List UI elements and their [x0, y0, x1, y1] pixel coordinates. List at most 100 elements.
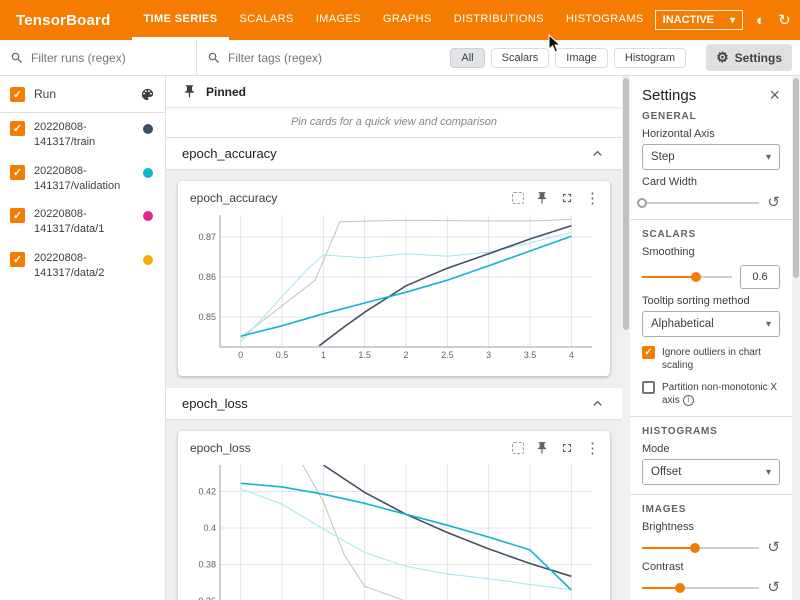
fullscreen-icon[interactable] [560, 191, 574, 205]
reload-status-select[interactable]: INACTIVE ▾ [655, 10, 743, 30]
slider-thumb[interactable] [691, 272, 701, 282]
horizontal-axis-value: Step [651, 151, 675, 163]
settings-scrollbar[interactable] [792, 76, 800, 600]
svg-text:4: 4 [569, 350, 574, 360]
histogram-mode-label: Mode [642, 443, 780, 455]
brightness-control: ↺ [642, 540, 780, 555]
partition-x-axis-checkbox[interactable] [642, 381, 655, 394]
smoothing-slider[interactable] [642, 271, 732, 283]
run-color-dot[interactable] [143, 211, 153, 221]
chevron-up-icon[interactable] [589, 395, 606, 412]
theme-toggle-icon[interactable]: ◐ [756, 13, 765, 28]
chip-histogram[interactable]: Histogram [614, 48, 686, 68]
info-icon[interactable]: i [683, 395, 694, 406]
reset-icon[interactable]: ↺ [767, 580, 780, 595]
epoch-accuracy-chart[interactable]: 00.511.522.533.540.850.860.87 [186, 209, 602, 368]
run-checkbox[interactable]: ✓ [10, 252, 25, 267]
images-heading: IMAGES [642, 504, 780, 515]
histogram-mode-select[interactable]: Offset ▾ [642, 459, 780, 485]
tensorboard-app: TensorBoard TIME SERIES SCALARS IMAGES G… [0, 0, 800, 600]
palette-icon[interactable] [140, 87, 155, 102]
brightness-slider[interactable] [642, 542, 759, 554]
chip-all[interactable]: All [450, 48, 484, 68]
card-width-control: ↺ [642, 195, 780, 210]
run-color-dot[interactable] [143, 168, 153, 178]
tooltip-sorting-select[interactable]: Alphabetical ▾ [642, 311, 780, 337]
run-checkbox[interactable]: ✓ [10, 165, 25, 180]
cards-main-area: Pinned Pin cards for a quick view and co… [166, 76, 622, 600]
section-title: epoch_accuracy [182, 146, 277, 161]
runs-header-row: ✓ Run [0, 76, 165, 113]
fullscreen-icon[interactable] [560, 441, 574, 455]
settings-scrollbar-thumb[interactable] [793, 78, 799, 278]
run-color-dot[interactable] [143, 255, 153, 265]
tab-time-series[interactable]: TIME SERIES [132, 0, 228, 40]
section-epoch-loss[interactable]: epoch_loss [166, 388, 622, 419]
smoothing-label: Smoothing [642, 246, 780, 258]
section-epoch-accuracy[interactable]: epoch_accuracy [166, 138, 622, 169]
run-checkbox[interactable]: ✓ [10, 121, 25, 136]
card-header: epoch_loss ⋮ [186, 435, 602, 459]
svg-text:0.4: 0.4 [203, 523, 216, 533]
card-width-slider[interactable] [642, 197, 759, 209]
data-selection-icon[interactable] [512, 192, 524, 204]
data-selection-icon[interactable] [512, 442, 524, 454]
section-title: epoch_loss [182, 396, 248, 411]
main-scrollbar[interactable] [622, 76, 630, 600]
filter-toolbar: All Scalars Image Histogram ⚙ Settings [0, 40, 800, 76]
main-scrollbar-thumb[interactable] [623, 78, 629, 330]
tab-histograms[interactable]: HISTOGRAMS [555, 0, 655, 40]
svg-text:0: 0 [238, 350, 243, 360]
tab-scalars[interactable]: SCALARS [229, 0, 305, 40]
scalars-heading: SCALARS [642, 229, 780, 240]
chip-scalars[interactable]: Scalars [491, 48, 550, 68]
settings-button[interactable]: ⚙ Settings [706, 44, 792, 71]
tab-distributions[interactable]: DISTRIBUTIONS [443, 0, 555, 40]
app-header: TensorBoard TIME SERIES SCALARS IMAGES G… [0, 0, 800, 40]
filter-runs-input[interactable] [31, 51, 186, 65]
svg-text:1.5: 1.5 [358, 350, 371, 360]
select-all-runs-checkbox[interactable]: ✓ [10, 87, 25, 102]
partition-x-axis-label: Partition non-monotonic X axisi [662, 380, 780, 407]
smoothing-value-input[interactable] [740, 265, 780, 289]
slider-thumb[interactable] [675, 583, 685, 593]
close-icon[interactable]: × [769, 86, 780, 104]
svg-text:0.87: 0.87 [198, 232, 216, 242]
epoch-loss-card: epoch_loss ⋮ 00.511.522.533.540.360.380.… [178, 431, 610, 600]
histogram-mode-value: Offset [651, 466, 681, 478]
slider-thumb[interactable] [690, 543, 700, 553]
horizontal-axis-select[interactable]: Step ▾ [642, 144, 780, 170]
pin-icon[interactable] [535, 441, 549, 455]
ignore-outliers-checkbox[interactable]: ✓ [642, 346, 655, 359]
svg-text:0.36: 0.36 [198, 596, 216, 600]
partition-x-axis-row: Partition non-monotonic X axisi [642, 380, 780, 407]
run-checkbox[interactable]: ✓ [10, 208, 25, 223]
slider-thumb[interactable] [637, 198, 647, 208]
ignore-outliers-label: Ignore outliers in chart scaling [662, 345, 780, 372]
contrast-label: Contrast [642, 561, 780, 573]
epoch-loss-chart[interactable]: 00.511.522.533.540.360.380.40.42 [186, 459, 602, 600]
tab-graphs[interactable]: GRAPHS [372, 0, 443, 40]
reset-icon[interactable]: ↺ [767, 195, 780, 210]
chevron-up-icon[interactable] [589, 145, 606, 162]
filter-tags-container: All Scalars Image Histogram [197, 40, 696, 75]
contrast-slider[interactable] [642, 582, 759, 594]
pinned-hint-text: Pin cards for a quick view and compariso… [166, 107, 622, 138]
chevron-down-icon: ▾ [766, 467, 771, 478]
tooltip-sorting-label: Tooltip sorting method [642, 295, 780, 307]
filter-tags-input[interactable] [228, 51, 443, 65]
tab-images[interactable]: IMAGES [305, 0, 372, 40]
run-color-dot[interactable] [143, 124, 153, 134]
run-row-validation: ✓ 20220808-141317/validation [0, 157, 165, 201]
more-options-icon[interactable]: ⋮ [585, 439, 600, 457]
svg-text:3: 3 [486, 350, 491, 360]
refresh-icon[interactable]: ↻ [778, 13, 791, 28]
header-actions: INACTIVE ▾ ◐ ↻ ⚙ ? [655, 10, 800, 30]
more-options-icon[interactable]: ⋮ [585, 189, 600, 207]
reset-icon[interactable]: ↺ [767, 540, 780, 555]
chip-image[interactable]: Image [555, 48, 608, 68]
smoothing-control [642, 265, 780, 289]
tooltip-sorting-value: Alphabetical [651, 318, 714, 330]
pin-icon[interactable] [535, 191, 549, 205]
run-label: 20220808-141317/data/2 [34, 251, 134, 281]
